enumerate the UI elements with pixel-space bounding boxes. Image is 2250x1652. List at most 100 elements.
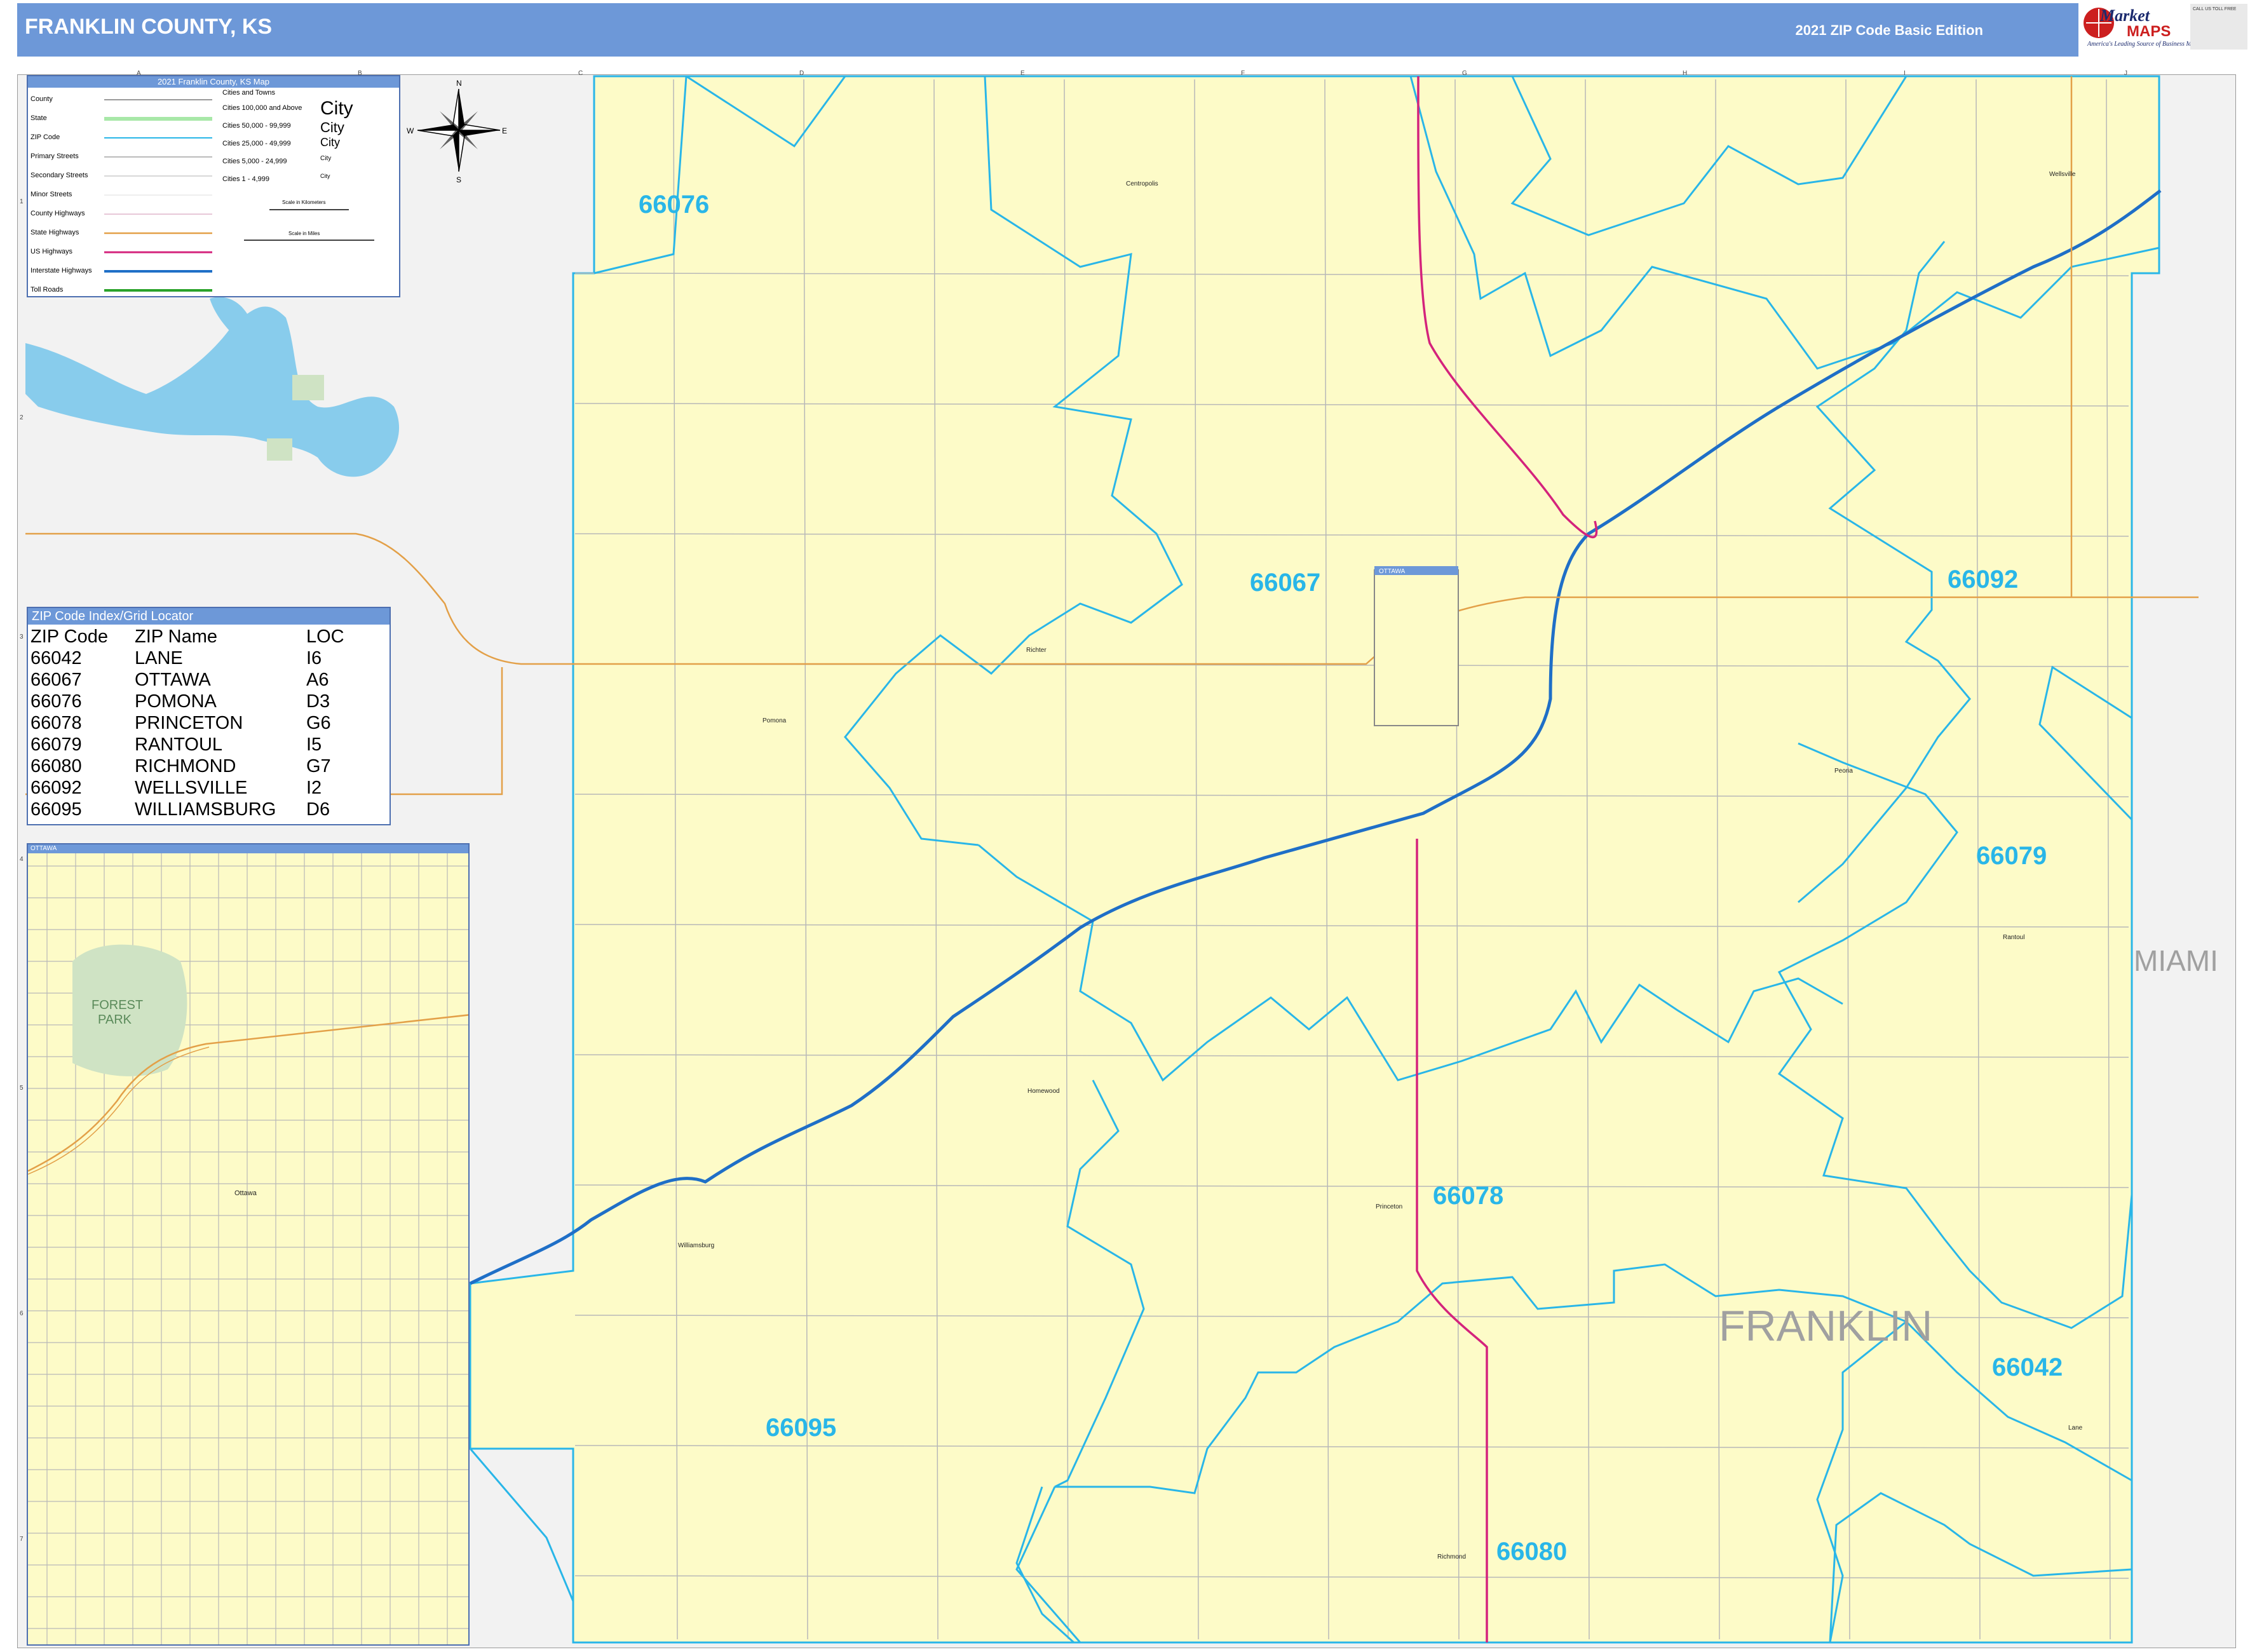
grid-col-i: I [1904,70,1906,77]
grid-col-c: C [578,70,583,77]
compass-e: E [502,126,507,135]
legend-city-sample-3: City [320,136,340,149]
legend-city-size-2: Cities 50,000 - 99,999 [222,122,291,130]
legend-city-sample-2: City [320,119,344,135]
zip-code-cell: 66092 [30,778,82,798]
compass-n: N [456,79,462,88]
zip-loc-cell: I6 [306,648,322,668]
inset-city-label: Ottawa [234,1189,257,1197]
zip-loc-cell: I5 [306,735,322,755]
ottawa-inset-box [1374,569,1459,726]
table-row: 66079 RANTOUL I5 [30,734,344,755]
zip-code-cell: 66078 [30,713,82,733]
legend-city-size-4: Cities 5,000 - 24,999 [222,158,287,165]
town-princeton: Princeton [1376,1203,1402,1210]
zip-code-cell: 66067 [30,670,82,690]
grid-row-4: 4 [20,856,24,863]
compass-s: S [456,175,461,184]
town-richter: Richter [1026,647,1047,654]
town-homewood: Homewood [1027,1088,1060,1095]
grid-col-h: H [1683,70,1687,77]
zip-loc-cell: G6 [306,713,331,733]
zip-name-cell: POMONA [135,691,217,712]
town-pomona: Pomona [762,717,787,724]
legend-scale-km: Scale in Kilometers [282,200,326,205]
legend-city-sample-5: City [320,173,330,179]
inset-map-canvas: FOREST PARK Ottawa [28,853,468,1644]
zip-index-header-name: ZIP Name [135,626,218,647]
zip-label-66095: 66095 [766,1414,836,1442]
legend-city-sample-1: City [320,98,353,119]
zip-loc-cell: D6 [306,799,330,820]
compass-w: W [407,126,414,135]
zip-name-cell: WELLSVILLE [135,778,248,798]
compass-rose-icon: N S E W [407,79,507,184]
zip-index-header-loc: LOC [306,626,344,647]
grid-row-3: 3 [20,633,24,640]
grid-col-j: J [2124,70,2127,77]
table-row: 66078 PRINCETON G6 [30,712,344,734]
legend-city-size-3: Cities 25,000 - 49,999 [222,140,291,147]
grid-col-g: G [1462,70,1467,77]
zip-label-66092: 66092 [1948,565,2018,593]
zip-label-66067: 66067 [1250,569,1320,597]
zip-index-title: ZIP Code Index/Grid Locator [28,608,390,625]
zip-label-66078: 66078 [1433,1182,1503,1210]
grid-row-1: 1 [20,198,24,205]
grid-col-f: F [1241,70,1245,77]
forest-park-label-2: PARK [98,1013,132,1027]
grid-row-6: 6 [20,1310,24,1317]
grid-col-e: E [1020,70,1025,77]
table-row: 66095 WILLIAMSBURG D6 [30,799,344,820]
zip-name-cell: PRINCETON [135,713,243,733]
zip-code-cell: 66095 [30,799,82,820]
table-row: 66076 POMONA D3 [30,691,344,712]
zip-loc-cell: G7 [306,756,331,776]
zip-code-cell: 66076 [30,691,82,712]
forest-park-label-1: FOREST [91,998,143,1012]
zip-name-cell: LANE [135,648,183,668]
zip-code-cell: 66079 [30,735,82,755]
town-lane: Lane [2068,1425,2083,1432]
legend-cities-header: Cities and Towns [222,89,275,97]
zip-label-66042: 66042 [1992,1353,2063,1381]
neighbor-county-label: MIAMI [2134,944,2218,977]
town-wellsville: Wellsville [2049,171,2076,178]
zip-loc-cell: D3 [306,691,330,712]
county-label: FRANKLIN [1719,1302,1932,1350]
grid-col-d: D [799,70,804,77]
zip-loc-cell: I2 [306,778,322,798]
zip-label-66080: 66080 [1496,1538,1567,1566]
zip-label-66079: 66079 [1976,842,2047,870]
zip-loc-cell: A6 [306,670,329,690]
grid-row-5: 5 [20,1085,24,1092]
zip-boundary-outer-east [2131,76,2160,1642]
legend-city-sample-4: City [320,155,332,162]
town-peoria: Peoria [1834,768,1853,775]
town-richmond: Richmond [1437,1554,1466,1561]
zip-name-cell: RANTOUL [135,735,223,755]
zip-index-table: ZIP Code ZIP Name LOC 66042 LANE I6 66067 O… [30,626,344,820]
zip-code-cell: 66080 [30,756,82,776]
map-legend: 2021 Franklin County, KS Map County Stat… [27,75,400,297]
zip-name-cell: WILLIAMSBURG [135,799,276,820]
park-patch-2 [267,438,292,461]
zip-name-cell: OTTAWA [135,670,211,690]
zip-code-index: ZIP Code Index/Grid Locator ZIP Code ZIP… [27,607,391,825]
zip-name-cell: RICHMOND [135,756,236,776]
zip-label-66076: 66076 [639,191,709,219]
table-row: 66067 OTTAWA A6 [30,669,344,691]
zip-index-header-code: ZIP Code [30,626,108,647]
legend-scale-mi: Scale in Miles [288,231,320,236]
table-row: 66080 RICHMOND G7 [30,755,344,777]
zip-code-cell: 66042 [30,648,82,668]
zip-index-header-row: ZIP Code ZIP Name LOC [30,626,344,647]
grid-row-2: 2 [20,414,24,421]
town-williamsburg: Williamsburg [678,1242,714,1249]
legend-city-size-5: Cities 1 - 4,999 [222,175,269,183]
town-centropolis: Centropolis [1126,180,1158,187]
park-patch [292,375,324,400]
legend-city-size-1: Cities 100,000 and Above [222,104,302,112]
county-area [469,75,2160,1644]
lake [25,306,400,477]
